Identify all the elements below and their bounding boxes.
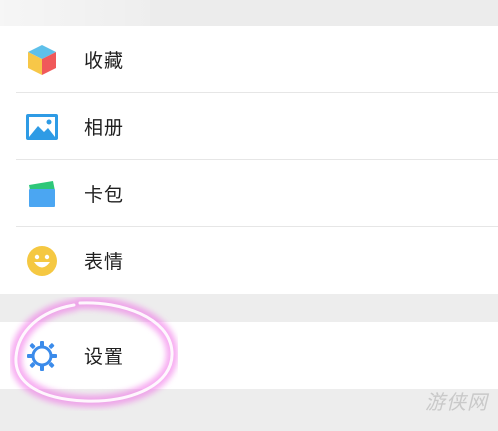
settings-label: 设置 <box>84 346 125 368</box>
menu-item-favorites[interactable]: 收藏 <box>0 26 498 93</box>
menu-item-label: 相册 <box>84 117 125 139</box>
album-icon <box>24 109 60 145</box>
menu-item-album[interactable]: 相册 <box>0 93 498 160</box>
favorites-cube-icon <box>24 42 60 78</box>
watermark-logo: 游侠网 <box>425 390 488 414</box>
menu-item-settings[interactable]: 设置 <box>0 322 498 389</box>
faded-header-fragment <box>0 0 150 26</box>
top-partial-area <box>0 0 498 26</box>
card-wallet-icon <box>24 176 60 212</box>
menu-item-label: 卡包 <box>84 184 125 206</box>
menu-item-stickers[interactable]: 表情 <box>0 227 498 294</box>
menu-item-card-wallet[interactable]: 卡包 <box>0 160 498 227</box>
settings-group: 设置 <box>0 322 498 389</box>
sticker-smiley-icon <box>24 243 60 279</box>
menu-item-label: 表情 <box>84 251 125 273</box>
bottom-area <box>0 389 498 431</box>
me-menu-group: 收藏 相册 卡包 表情 <box>0 26 498 294</box>
menu-item-label: 收藏 <box>84 50 125 72</box>
settings-gear-icon <box>24 338 60 374</box>
